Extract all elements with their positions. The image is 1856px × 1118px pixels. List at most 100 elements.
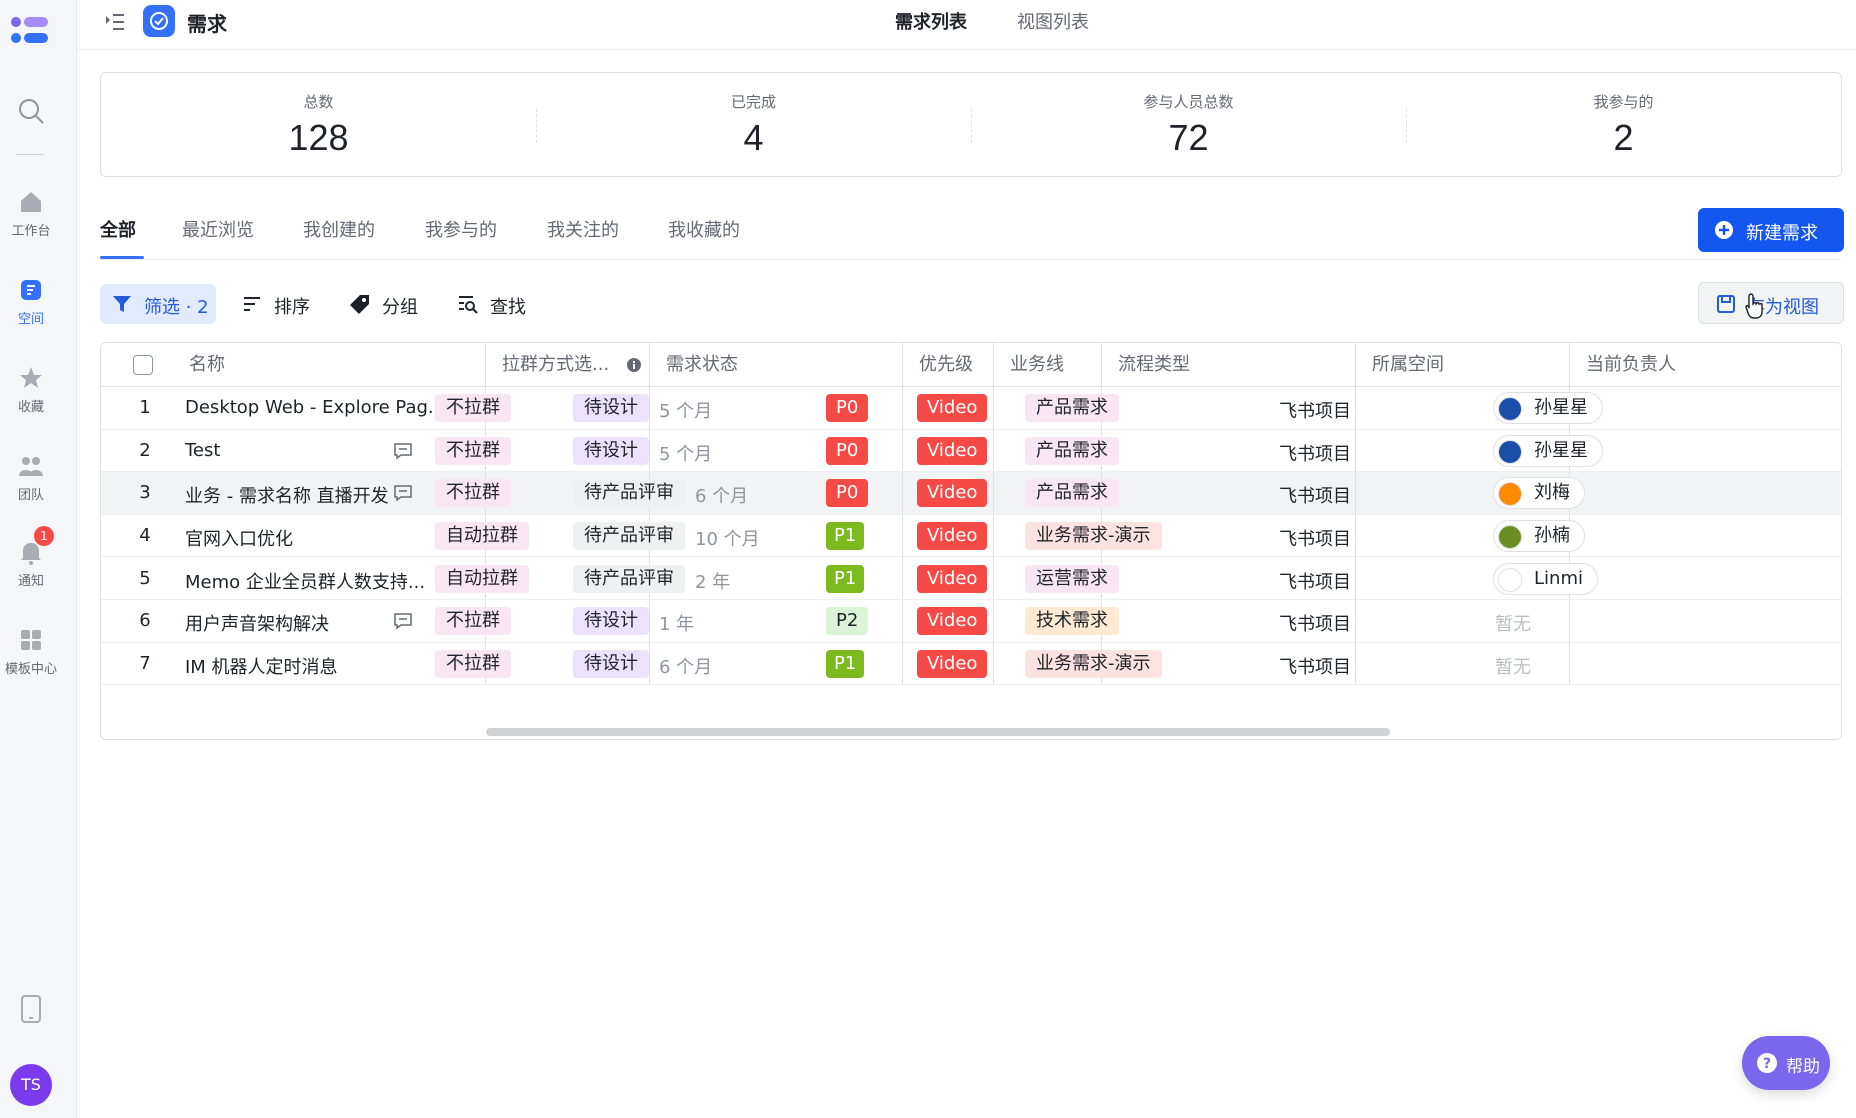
owner-chip[interactable]: 孙星星 [1493, 434, 1603, 467]
table-row[interactable]: 6 用户声音架构解决 不拉群 待设计 1 年 P2 Video 技术需求 飞书项目 暂无 [101, 600, 1841, 643]
requirement-name[interactable]: IM 机器人定时消息 [185, 653, 455, 679]
filter-button[interactable]: 筛选 · 2 [100, 284, 216, 324]
tab-all[interactable]: 全部 [100, 216, 136, 242]
requirement-name[interactable]: Desktop Web - Explore Pag... [185, 397, 455, 418]
tab-view-list[interactable]: 视图列表 [1017, 8, 1089, 34]
stat-my-participation[interactable]: 我参与的 2 [1406, 73, 1841, 176]
group-method-tag[interactable]: 自动拉群 [435, 564, 529, 593]
select-all-checkbox[interactable] [133, 355, 153, 375]
mobile-icon[interactable] [20, 994, 42, 1024]
stat-participants[interactable]: 参与人员总数 72 [971, 73, 1406, 176]
column-header-flow-type[interactable]: 流程类型 [1102, 343, 1356, 387]
status-tag[interactable]: 待设计 [573, 649, 649, 678]
sidebar-item-space[interactable]: 空间 [0, 276, 62, 327]
priority-tag[interactable]: P2 [826, 607, 869, 636]
sidebar-item-team[interactable]: 团队 [0, 452, 62, 503]
group-button[interactable]: 分组 [338, 284, 438, 324]
priority-tag[interactable]: P1 [826, 564, 865, 593]
business-line-tag[interactable]: Video [917, 436, 988, 465]
table-row[interactable]: 1 Desktop Web - Explore Pag... 不拉群 待设计 5 个月 P… [101, 387, 1841, 430]
sidebar-item-notifications[interactable]: 通知 [0, 538, 62, 589]
column-header-status[interactable]: 需求状态 [650, 343, 903, 387]
business-line-tag[interactable]: Video [917, 649, 988, 678]
priority-tag[interactable]: P0 [826, 479, 869, 508]
app-logo-icon[interactable] [10, 14, 52, 48]
status-tag[interactable]: 待产品评审 [573, 564, 685, 593]
column-header-priority[interactable]: 优先级 [903, 343, 994, 387]
group-method-tag[interactable]: 自动拉群 [435, 522, 529, 551]
table-row[interactable]: 7 IM 机器人定时消息 不拉群 待设计 6 个月 P1 Video 业务需求-演示 飞书项目 暂… [101, 642, 1841, 686]
sidebar-item-favorites[interactable]: 收藏 [0, 364, 62, 415]
status-tag[interactable]: 待设计 [573, 394, 649, 423]
business-line-tag[interactable]: Video [917, 479, 988, 508]
new-requirement-button[interactable]: 新建需求 [1698, 208, 1844, 252]
status-tag[interactable]: 待设计 [573, 607, 649, 636]
sidebar-item-templates[interactable]: 模板中心 [0, 626, 62, 677]
requirement-name[interactable]: 官网入口优化 [185, 525, 455, 551]
stat-completed[interactable]: 已完成 4 [536, 73, 971, 176]
user-avatar[interactable]: TS [10, 1064, 52, 1106]
column-header-group-method[interactable]: 拉群方式选... [486, 343, 650, 387]
flow-type-tag[interactable]: 产品需求 [1025, 436, 1119, 465]
requirement-name[interactable]: 用户声音架构解决 [185, 610, 455, 636]
comment-icon[interactable] [393, 484, 413, 502]
column-header-space[interactable]: 所属空间 [1356, 343, 1570, 387]
column-header-name[interactable]: 名称 [101, 343, 485, 387]
status-tag[interactable]: 待产品评审 [573, 479, 685, 508]
tab-participated[interactable]: 我参与的 [425, 216, 497, 242]
requirement-name[interactable]: Test [185, 440, 455, 461]
business-line-tag[interactable]: Video [917, 564, 988, 593]
owner-chip[interactable]: 孙楠 [1493, 520, 1585, 553]
save-as-view-button[interactable]: 存为视图 [1698, 282, 1844, 324]
priority-tag[interactable]: P0 [826, 436, 869, 465]
table-row[interactable]: 3 业务 - 需求名称 直播开发 不拉群 待产品评审 6 个月 P0 Video 产品需求 飞书… [101, 472, 1841, 515]
horizontal-scrollbar[interactable] [486, 728, 1390, 736]
group-method-tag[interactable]: 不拉群 [435, 607, 511, 636]
group-method-tag[interactable]: 不拉群 [435, 394, 511, 423]
column-separator [1355, 429, 1356, 472]
tab-favorited[interactable]: 我收藏的 [668, 216, 740, 242]
flow-type-tag[interactable]: 技术需求 [1025, 607, 1119, 636]
sidebar-item-workbench[interactable]: 工作台 [0, 188, 62, 239]
tab-created-by-me[interactable]: 我创建的 [303, 216, 375, 242]
flow-type-tag[interactable]: 运营需求 [1025, 564, 1119, 593]
business-line-tag[interactable]: Video [917, 394, 988, 423]
owner-chip[interactable]: 刘梅 [1493, 477, 1585, 510]
search-icon[interactable] [16, 96, 46, 126]
comment-icon[interactable] [393, 442, 413, 460]
flow-type-tag[interactable]: 产品需求 [1025, 394, 1119, 423]
priority-tag[interactable]: P1 [826, 522, 865, 551]
business-line-tag[interactable]: Video [917, 607, 988, 636]
tab-requirement-list[interactable]: 需求列表 [895, 8, 967, 34]
column-header-owner[interactable]: 当前负责人 [1570, 343, 1841, 387]
info-icon[interactable] [626, 357, 642, 373]
group-method-tag[interactable]: 不拉群 [435, 479, 511, 508]
comment-icon[interactable] [393, 612, 413, 630]
sort-button[interactable]: 排序 [230, 284, 330, 324]
column-header-business-line[interactable]: 业务线 [994, 343, 1102, 387]
stat-total[interactable]: 总数 128 [101, 73, 536, 176]
help-button[interactable]: ? 帮助 [1742, 1036, 1830, 1090]
owner-chip[interactable]: 孙星星 [1493, 392, 1603, 425]
flow-type-tag[interactable]: 产品需求 [1025, 479, 1119, 508]
group-method-tag[interactable]: 不拉群 [435, 649, 511, 678]
tab-recent[interactable]: 最近浏览 [182, 216, 254, 242]
table-row[interactable]: 5 Memo 企业全员群人数支持... 自动拉群 待产品评审 2 年 P1 Video 运营需… [101, 557, 1841, 600]
flow-type-tag[interactable]: 业务需求-演示 [1025, 522, 1162, 551]
requirement-name[interactable]: 业务 - 需求名称 直播开发 [185, 482, 455, 508]
status-tag[interactable]: 待设计 [573, 436, 649, 465]
tab-following[interactable]: 我关注的 [547, 216, 619, 242]
find-button[interactable]: 查找 [446, 284, 546, 324]
group-method-tag[interactable]: 不拉群 [435, 436, 511, 465]
owner-chip[interactable]: Linmi [1493, 562, 1598, 595]
status-duration: 6 个月 [659, 656, 713, 678]
status-tag[interactable]: 待产品评审 [573, 522, 685, 551]
priority-tag[interactable]: P0 [826, 394, 869, 423]
business-line-tag[interactable]: Video [917, 522, 988, 551]
priority-tag[interactable]: P1 [826, 649, 865, 678]
flow-type-tag[interactable]: 业务需求-演示 [1025, 649, 1162, 678]
table-row[interactable]: 4 官网入口优化 自动拉群 待产品评审 10 个月 P1 Video 业务需求-演示 飞书项目 孙… [101, 514, 1841, 558]
collapse-sidebar-icon[interactable] [103, 10, 127, 34]
requirement-name[interactable]: Memo 企业全员群人数支持... [185, 568, 455, 594]
table-row[interactable]: 2 Test 不拉群 待设计 5 个月 P0 Video 产品需求 飞书项目 孙星星 [101, 429, 1841, 473]
